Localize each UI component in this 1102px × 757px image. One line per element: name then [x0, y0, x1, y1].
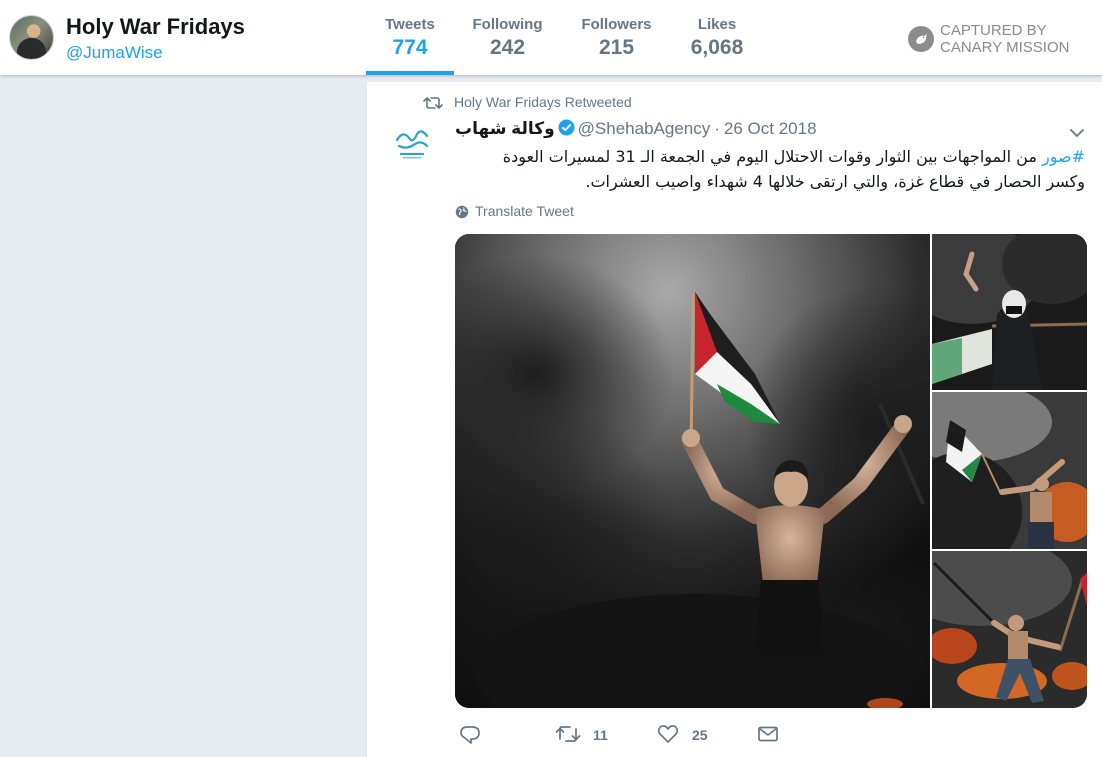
- tweet-date[interactable]: 26 Oct 2018: [724, 119, 817, 138]
- profile-name[interactable]: Holy War Fridays: [66, 14, 245, 40]
- tweet-media[interactable]: [455, 234, 1087, 708]
- profile-header: Holy War Fridays @JumaWise Tweets 774 Fo…: [0, 0, 1102, 75]
- tweet-photo-4[interactable]: [932, 551, 1087, 708]
- tweet-text-line1: #صور من المواجهات بين الثوار وقوات الاحت…: [455, 144, 1085, 169]
- profile-handle[interactable]: @JumaWise: [66, 43, 163, 63]
- stat-following-value: 242: [489, 36, 526, 59]
- stat-following[interactable]: Following 242: [465, 0, 550, 75]
- retweet-context-label[interactable]: Holy War Fridays Retweeted: [454, 94, 632, 110]
- stat-likes-label: Likes: [697, 16, 737, 33]
- tweet-author: وكالة شهاب @ShehabAgency · 26 Oct 2018: [455, 119, 817, 141]
- tweet-author-name[interactable]: وكالة شهاب: [455, 119, 555, 138]
- watermark-line1: CAPTURED BY: [940, 22, 1047, 39]
- envelope-icon: [758, 726, 778, 742]
- tweet-photo-3[interactable]: [932, 392, 1087, 549]
- chevron-down-icon[interactable]: [1069, 126, 1085, 144]
- like-count: 25: [692, 727, 708, 743]
- stat-following-label: Following: [472, 16, 543, 33]
- retweet-icon: [423, 97, 443, 109]
- stat-likes-value: 6,068: [690, 36, 744, 59]
- tweet-text: #صور من المواجهات بين الثوار وقوات الاحت…: [455, 144, 1085, 194]
- tweet-photo-2[interactable]: [932, 234, 1087, 390]
- watermark-line2: CANARY MISSION: [940, 39, 1070, 56]
- like-button[interactable]: 25: [657, 722, 727, 752]
- globe-icon: [455, 205, 469, 219]
- canary-mission-watermark: CAPTURED BY CANARY MISSION: [908, 22, 1088, 56]
- timeline: Holy War Fridays Retweeted وكالة شهاب @Sh…: [366, 82, 1102, 757]
- tweet-actions: 11 25: [455, 722, 855, 752]
- stat-followers-value: 215: [598, 36, 635, 59]
- profile-avatar[interactable]: [9, 15, 54, 60]
- separator-dot: ·: [714, 119, 720, 138]
- stat-tweets-label: Tweets: [385, 16, 435, 33]
- stat-tweets[interactable]: Tweets 774: [366, 0, 454, 75]
- stat-followers[interactable]: Followers 215: [575, 0, 658, 75]
- direct-message-button[interactable]: [757, 722, 787, 752]
- retweet-icon: [555, 726, 581, 742]
- retweet-count: 11: [593, 727, 608, 743]
- stat-tweets-value: 774: [392, 36, 428, 59]
- stat-likes[interactable]: Likes 6,068: [683, 0, 751, 75]
- heart-icon: [657, 725, 679, 743]
- translate-tweet-label: Translate Tweet: [475, 203, 574, 219]
- reply-icon: [460, 726, 480, 744]
- verified-badge-icon: [558, 119, 575, 141]
- tweet-text-line1-body: من المواجهات بين الثوار وقوات الاحتلال ا…: [502, 147, 1043, 166]
- tweet-author-avatar[interactable]: [387, 120, 437, 170]
- tweet-text-line2: وكسر الحصار في قطاع غزة، والتي ارتقى خلا…: [585, 172, 1085, 191]
- canary-bird-icon: [908, 26, 934, 52]
- reply-button[interactable]: [459, 722, 519, 752]
- stat-followers-label: Followers: [581, 16, 652, 33]
- tweet-hashtag[interactable]: #صور: [1042, 147, 1085, 166]
- tweet-photo-main[interactable]: [455, 234, 930, 708]
- retweet-button[interactable]: 11: [555, 722, 625, 752]
- tweet-author-handle[interactable]: @ShehabAgency: [578, 119, 711, 138]
